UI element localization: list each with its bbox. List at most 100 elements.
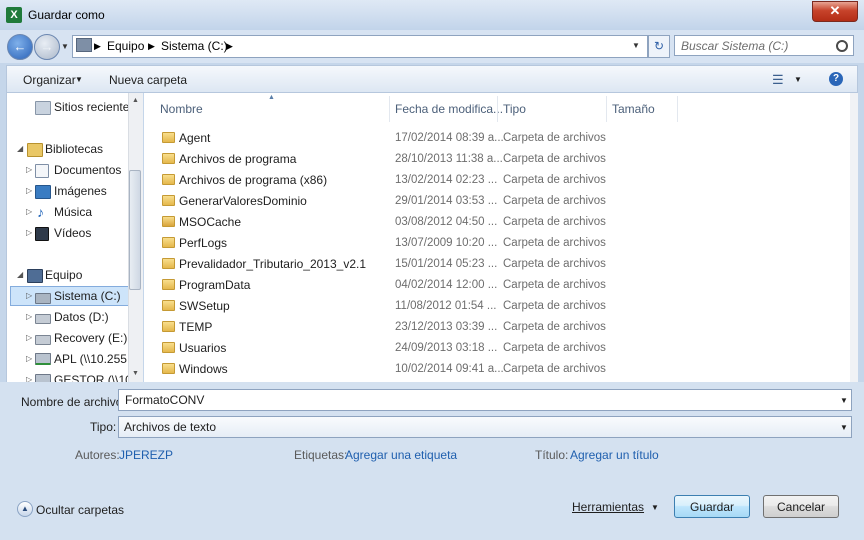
- nav-item-label: APL (\\10.255.3: [54, 352, 137, 366]
- collapsed-arrow-icon[interactable]: ▷: [26, 223, 32, 243]
- close-button[interactable]: ✕: [812, 1, 858, 22]
- column-header-type[interactable]: Tipo: [503, 98, 526, 120]
- scroll-up-icon[interactable]: ▲: [132, 97, 139, 104]
- file-name: GenerarValoresDominio: [179, 194, 307, 208]
- file-type-select[interactable]: Archivos de texto: [118, 416, 852, 438]
- file-type: Carpeta de archivos: [503, 195, 606, 207]
- collapsed-arrow-icon[interactable]: ▷: [26, 307, 32, 327]
- save-button[interactable]: Guardar: [674, 495, 750, 518]
- folder-icon: [162, 258, 175, 269]
- file-date: 13/07/2009 10:20 ...: [395, 237, 498, 249]
- file-date: 13/02/2014 02:23 ...: [395, 174, 498, 186]
- column-divider[interactable]: [497, 96, 498, 122]
- filename-input[interactable]: FormatoCONV: [118, 389, 852, 411]
- column-header-name[interactable]: Nombre: [160, 98, 203, 120]
- drive-icon: [35, 314, 51, 324]
- chevron-down-icon[interactable]: ▼: [794, 75, 802, 84]
- column-divider[interactable]: [677, 96, 678, 122]
- file-type: Carpeta de archivos: [503, 174, 606, 186]
- file-name: Prevalidador_Tributario_2013_v2.1: [179, 257, 367, 271]
- file-row[interactable]: Archivos de programa 28/10/2013 11:38 a..…: [144, 149, 850, 170]
- new-folder-button[interactable]: Nueva carpeta: [109, 73, 187, 87]
- folder-icon: [162, 279, 175, 290]
- file-type: Carpeta de archivos: [503, 258, 606, 270]
- file-row[interactable]: GenerarValoresDominio 29/01/2014 03:53 ..…: [144, 191, 850, 212]
- file-row[interactable]: TEMP 23/12/2013 03:39 ... Carpeta de archi…: [144, 317, 850, 338]
- nav-scrollbar-thumb[interactable]: [129, 170, 141, 290]
- scroll-down-icon[interactable]: ▼: [132, 370, 139, 377]
- excel-app-icon: X: [6, 7, 22, 23]
- breadcrumb-separator-icon[interactable]: ▶: [226, 41, 233, 52]
- folder-icon: [162, 363, 175, 374]
- folder-icon: [162, 237, 175, 248]
- collapsed-arrow-icon[interactable]: ▷: [26, 328, 32, 348]
- collapsed-arrow-icon[interactable]: ▷: [26, 160, 32, 180]
- authors-label: Autores:: [75, 448, 120, 462]
- column-header-size[interactable]: Tamaño: [612, 98, 655, 120]
- title-bar: [0, 0, 864, 31]
- forward-button[interactable]: →: [34, 34, 60, 60]
- collapsed-arrow-icon[interactable]: ▷: [26, 286, 32, 306]
- nav-item-label: Bibliotecas: [45, 142, 104, 156]
- file-date: 28/10/2013 11:38 a...: [395, 153, 503, 165]
- file-row[interactable]: Archivos de programa (x86) 13/02/2014 02:…: [144, 170, 850, 191]
- breadcrumb-separator-icon[interactable]: ▶: [94, 41, 101, 52]
- authors-value[interactable]: JPEREZP: [119, 448, 173, 462]
- pictures-icon: [35, 185, 51, 199]
- refresh-icon[interactable]: ↻: [648, 35, 670, 58]
- column-divider[interactable]: [389, 96, 390, 122]
- breadcrumb-sistema[interactable]: Sistema (C:): [161, 39, 228, 53]
- file-type: Carpeta de archivos: [503, 216, 606, 228]
- file-name: Agent: [179, 131, 211, 145]
- expanded-arrow-icon[interactable]: ◢: [17, 139, 23, 159]
- file-date: 11/08/2012 01:54 ...: [395, 300, 497, 312]
- file-type: Carpeta de archivos: [503, 363, 606, 375]
- file-row[interactable]: Agent 17/02/2014 08:39 a... Carpeta de arc…: [144, 128, 850, 149]
- expanded-arrow-icon[interactable]: ◢: [17, 265, 23, 285]
- computer-icon: [27, 269, 43, 283]
- file-row[interactable]: Usuarios 24/09/2013 03:18 ... Carpeta de a…: [144, 338, 850, 359]
- add-title-link[interactable]: Agregar un título: [570, 448, 659, 462]
- system-drive-icon: [35, 293, 51, 304]
- collapsed-arrow-icon[interactable]: ▷: [26, 370, 32, 382]
- help-icon[interactable]: ?: [829, 72, 843, 86]
- history-dropdown-icon[interactable]: ▼: [61, 42, 69, 51]
- cancel-button[interactable]: Cancelar: [763, 495, 839, 518]
- column-divider[interactable]: [606, 96, 607, 122]
- address-bar[interactable]: [72, 35, 648, 58]
- file-list-scrollbar[interactable]: [850, 93, 858, 382]
- collapse-up-icon[interactable]: ▲: [17, 501, 33, 517]
- videos-icon: [35, 227, 49, 241]
- collapsed-arrow-icon[interactable]: ▷: [26, 181, 32, 201]
- file-row[interactable]: Windows 10/02/2014 09:41 a... Carpeta de a…: [144, 359, 850, 380]
- column-header-date[interactable]: Fecha de modifica...: [395, 98, 503, 120]
- libraries-icon: [27, 143, 43, 157]
- back-button[interactable]: ←: [7, 34, 33, 60]
- search-input[interactable]: Buscar Sistema (C:): [674, 35, 854, 56]
- nav-item-label: Sitios recientes: [54, 100, 136, 114]
- file-row[interactable]: Prevalidador_Tributario_2013_v2.1 15/01/2…: [144, 254, 850, 275]
- view-options-icon[interactable]: ☰: [772, 72, 784, 88]
- file-row[interactable]: PerfLogs 13/07/2009 10:20 ... Carpeta de a…: [144, 233, 850, 254]
- organize-button[interactable]: Organizar: [23, 73, 76, 87]
- file-row[interactable]: SWSetup 11/08/2012 01:54 ... Carpeta de ar…: [144, 296, 850, 317]
- chevron-down-icon[interactable]: ▼: [840, 396, 848, 405]
- sort-ascending-icon: ▲: [268, 94, 275, 101]
- locked-folder-icon: [162, 216, 175, 227]
- add-tag-link[interactable]: Agregar una etiqueta: [345, 448, 457, 462]
- chevron-down-icon[interactable]: ▼: [651, 503, 659, 512]
- file-row[interactable]: MSOCache 03/08/2012 04:50 ... Carpeta de a…: [144, 212, 850, 233]
- collapsed-arrow-icon[interactable]: ▷: [26, 349, 32, 369]
- chevron-down-icon[interactable]: ▼: [75, 75, 83, 84]
- breadcrumb-separator-icon[interactable]: ▶: [148, 41, 155, 52]
- file-type: Carpeta de archivos: [503, 132, 606, 144]
- file-row[interactable]: ProgramData 04/02/2014 12:00 ... Carpeta d…: [144, 275, 850, 296]
- hide-folders-button[interactable]: Ocultar carpetas: [36, 503, 124, 517]
- tools-button[interactable]: Herramientas: [572, 500, 644, 514]
- chevron-down-icon[interactable]: ▼: [840, 423, 848, 432]
- address-dropdown-icon[interactable]: ▼: [632, 41, 640, 50]
- breadcrumb-equipo[interactable]: Equipo: [107, 39, 144, 53]
- folder-icon: [162, 132, 175, 143]
- collapsed-arrow-icon[interactable]: ▷: [26, 202, 32, 222]
- nav-item-label: Documentos: [54, 163, 122, 177]
